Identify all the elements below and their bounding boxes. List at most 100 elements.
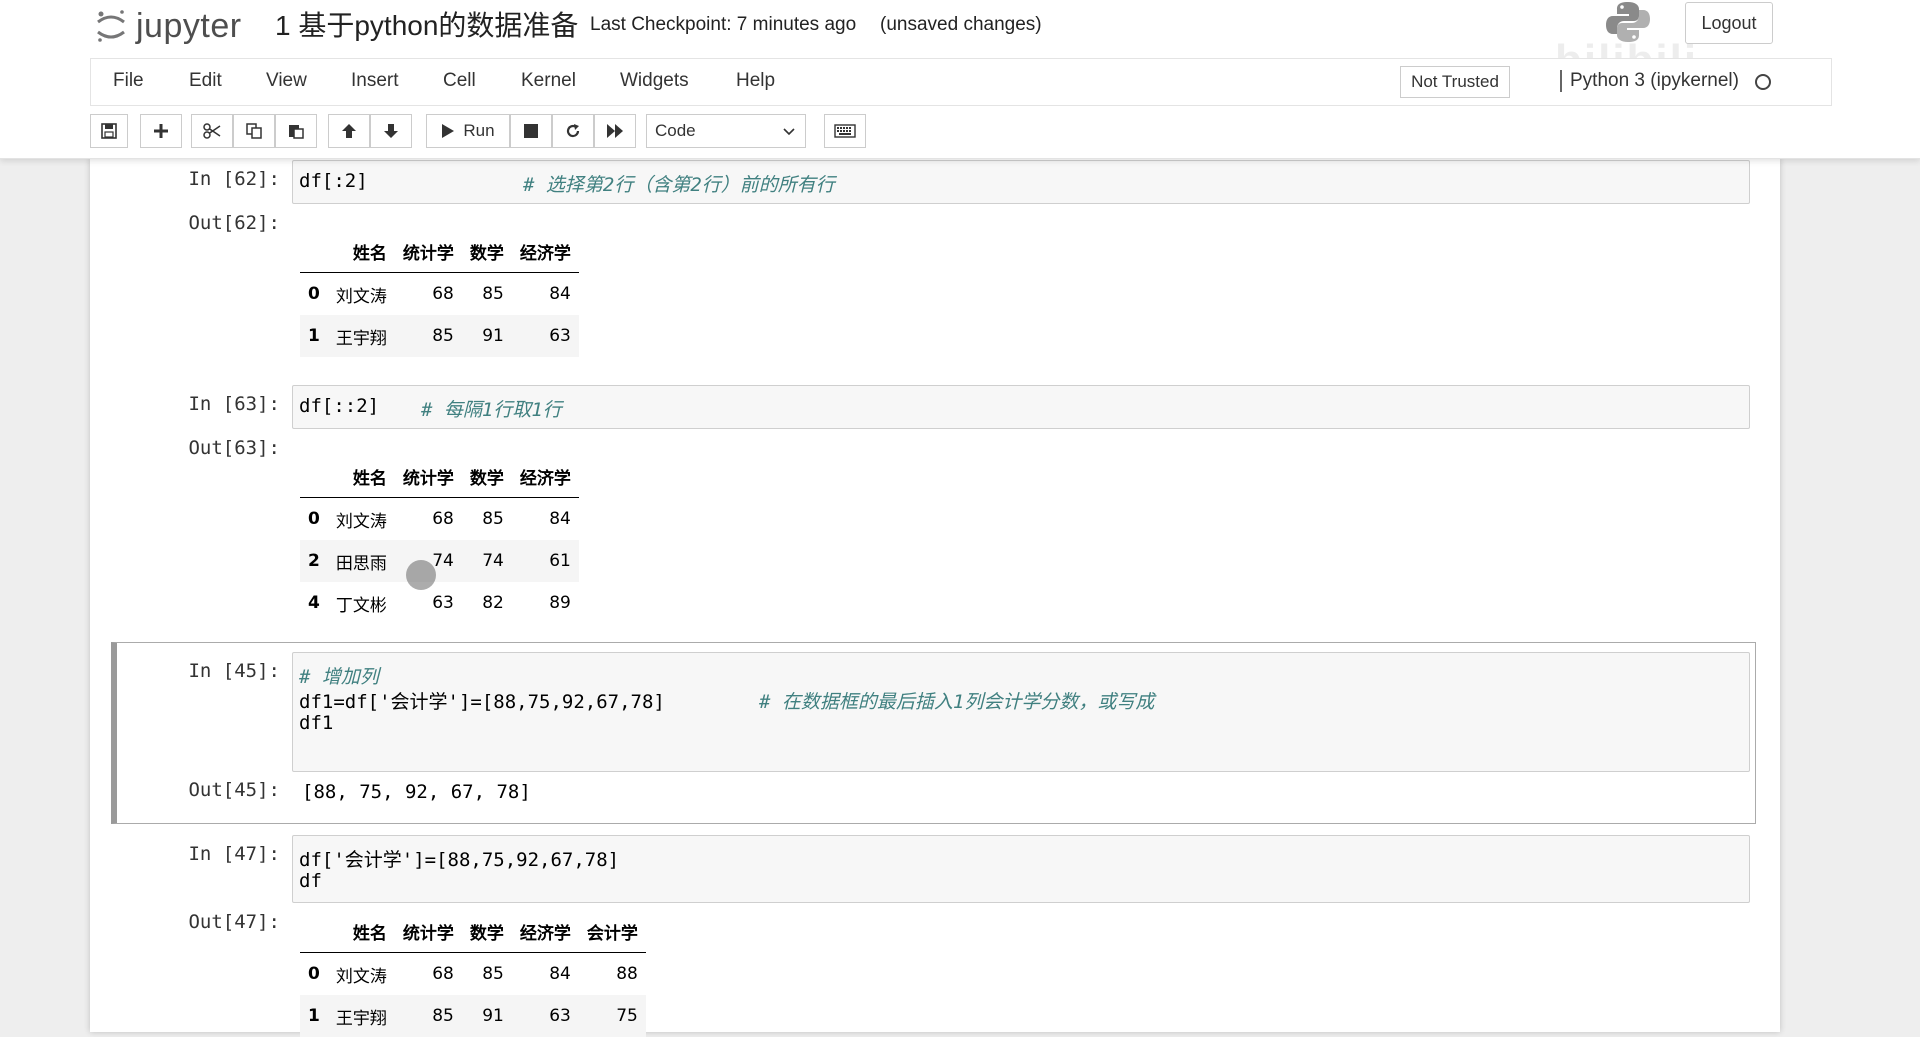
move-up-button[interactable] [328,114,370,148]
menu-help[interactable]: Help [736,70,775,92]
dataframe-table: 姓名 统计学 数学 经济学 会计学 0 刘文涛 68 85 84 88 1 王宇… [300,910,646,1037]
arrow-down-icon [384,124,398,138]
run-all-button[interactable] [594,114,636,148]
dataframe-table: 姓名 统计学 数学 经济学 0 刘文涛 68 85 84 2 田思雨 74 74… [300,455,579,624]
table-cell: 82 [482,593,504,613]
table-header: 姓名 [327,230,395,273]
table-header: 会计学 [578,910,646,953]
table-header: 数学 [461,455,512,498]
restart-button[interactable] [552,114,594,148]
move-down-button[interactable] [370,114,412,148]
cut-button[interactable] [191,114,233,148]
menu-insert[interactable]: Insert [351,70,399,92]
row-index: 2 [308,551,320,571]
table-header [300,230,328,273]
cell-type-select[interactable]: Code [646,114,806,148]
table-row: 1 王宇翔 85 91 63 [300,315,579,357]
code-text: df[:2] [299,170,368,192]
table-header: 经济学 [511,910,579,953]
kernel-idle-icon [1755,74,1771,90]
table-header: 数学 [461,230,512,273]
output-text: [88, 75, 92, 67, 78] [302,781,531,803]
checkpoint-status: Last Checkpoint: 7 minutes ago [590,14,857,35]
table-cell: 68 [432,964,454,984]
in-prompt: In [62]: [188,168,280,190]
row-index: 0 [308,964,320,984]
row-index: 1 [308,326,320,346]
notebook-title[interactable]: 1 基于python的数据准备 [275,4,578,44]
cell-type-value: Code [655,121,696,140]
copy-icon [246,123,262,139]
paste-icon [289,125,304,139]
out-prompt: Out[45]: [188,779,280,801]
save-icon [101,123,117,139]
table-cell: 88 [616,964,638,984]
code-input[interactable]: df['会计学']=[88,75,92,67,78] df [292,835,1750,903]
code-text: df [299,870,322,892]
table-header: 统计学 [394,910,462,953]
table-cell: 91 [482,326,504,346]
table-cell: 75 [616,1006,638,1026]
chevron-down-icon [783,128,795,136]
dataframe-table: 姓名 统计学 数学 经济学 0 刘文涛 68 85 84 1 王宇翔 85 91… [300,230,579,357]
code-comment: # 每隔1行取1行 [421,399,562,421]
table-cell: 85 [482,509,504,529]
menu-cell[interactable]: Cell [443,70,476,92]
menu-edit[interactable]: Edit [189,70,222,92]
table-cell: 王宇翔 [335,328,387,349]
save-button[interactable] [90,114,128,148]
table-cell: 84 [549,964,571,984]
table-cell: 85 [432,326,454,346]
plus-icon [154,124,168,138]
table-header: 统计学 [394,455,462,498]
menu-view[interactable]: View [266,70,307,92]
paste-button[interactable] [275,114,317,148]
jupyter-logo-text: jupyter [136,6,242,45]
table-row: 0 刘文涛 68 85 84 [300,273,579,316]
code-input[interactable]: df[:2] # 选择第2行（含第2行）前的所有行 [292,160,1750,204]
table-cell: 74 [482,551,504,571]
table-header: 经济学 [511,455,579,498]
table-header: 姓名 [327,455,395,498]
copy-button[interactable] [233,114,275,148]
notebook-header: jupyter 1 基于python的数据准备 Last Checkpoint:… [0,0,1920,159]
code-input[interactable]: # 增加列 df1=df['会计学']=[88,75,92,67,78] # 在… [292,652,1750,772]
row-index: 0 [308,509,320,529]
interrupt-button[interactable] [510,114,552,148]
code-comment: # 在数据框的最后插入1列会计学分数，或写成 [759,691,1155,713]
menu-widgets[interactable]: Widgets [620,70,689,92]
row-index: 1 [308,1006,320,1026]
menu-kernel[interactable]: Kernel [521,70,576,92]
out-prompt: Out[47]: [188,911,280,933]
table-cell: 63 [549,326,571,346]
python-logo-icon [1606,2,1650,42]
in-prompt: In [45]: [188,660,280,682]
restart-icon [566,124,580,138]
menu-file[interactable]: File [113,70,144,92]
mouse-cursor-icon [406,560,436,590]
insert-cell-button[interactable] [140,114,182,148]
jupyter-logo[interactable]: jupyter [94,4,242,48]
not-trusted-button[interactable]: Not Trusted [1400,66,1510,98]
table-header [300,910,328,953]
table-cell: 84 [549,284,571,304]
table-header [300,455,328,498]
out-prompt: Out[63]: [188,437,280,459]
logout-button[interactable]: Logout [1685,2,1773,44]
run-label: Run [463,121,495,140]
table-cell: 85 [482,964,504,984]
table-cell: 85 [432,1006,454,1026]
code-input[interactable]: df[::2] # 每隔1行取1行 [292,385,1750,429]
table-cell: 王宇翔 [335,1008,387,1029]
arrow-up-icon [342,124,356,138]
table-row: 4 丁文彬 63 82 89 [300,582,579,624]
stop-icon [524,124,538,138]
run-button[interactable]: Run [426,114,510,148]
table-row: 1 王宇翔 85 91 63 75 [300,995,646,1037]
command-palette-button[interactable] [824,114,866,148]
table-cell: 63 [432,593,454,613]
table-row: 0 刘文涛 68 85 84 88 [300,953,646,996]
in-prompt: In [63]: [188,393,280,415]
row-index: 4 [308,593,320,613]
table-cell: 田思雨 [335,553,387,574]
